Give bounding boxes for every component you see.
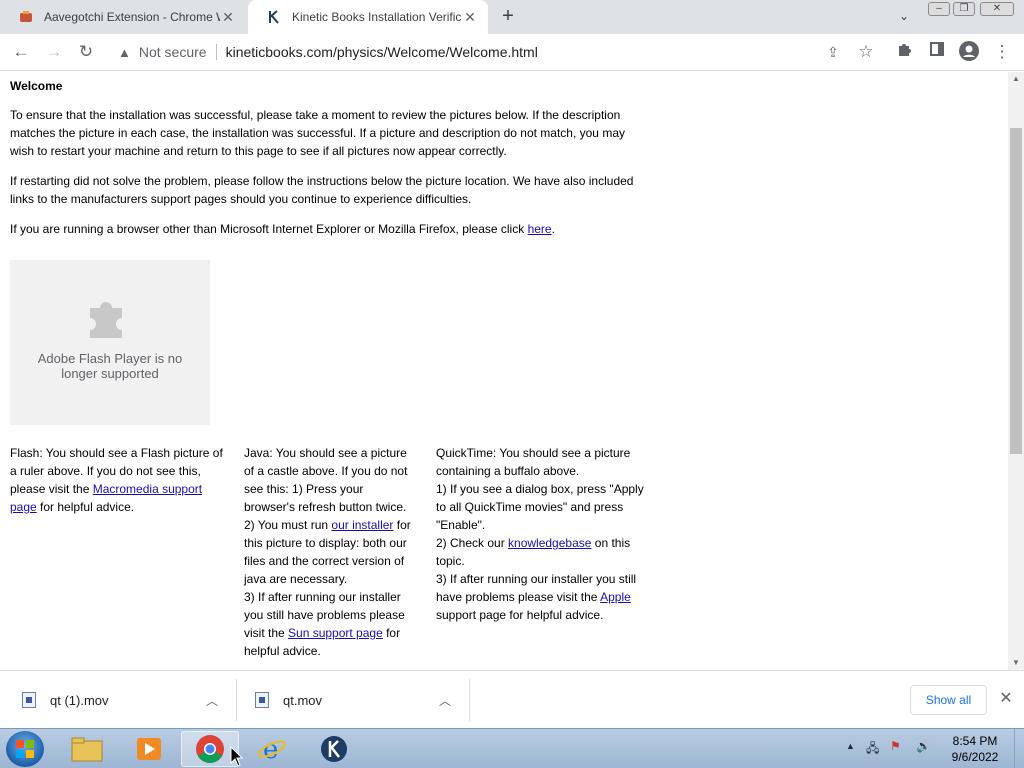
- java-instructions: Java: You should see a picture of a cast…: [244, 444, 416, 660]
- close-shelf-icon[interactable]: ✕: [996, 689, 1016, 709]
- folder-icon: [71, 737, 103, 762]
- url-text[interactable]: kineticbooks.com/physics/Welcome/Welcome…: [226, 44, 538, 60]
- close-window-button[interactable]: ✕: [980, 2, 1014, 16]
- download-filename: qt (1).mov: [50, 692, 109, 708]
- page-scrollbar[interactable]: ▲ ▼: [1008, 72, 1024, 670]
- quicktime-intro: QuickTime: You should see a picture cont…: [436, 446, 631, 478]
- back-arrow-icon[interactable]: ←: [10, 41, 32, 63]
- download-item[interactable]: qt.mov ︿: [255, 683, 465, 717]
- media-player-taskbar-button[interactable]: [120, 731, 178, 767]
- restart-paragraph: If restarting did not solve the problem,…: [10, 174, 634, 206]
- movie-file-icon: [255, 692, 269, 708]
- quicktime-step-3: 3) If after running our installer you st…: [436, 570, 648, 624]
- taskbar-clock[interactable]: 8:54 PM 9/6/2022: [940, 733, 1010, 765]
- internet-explorer-icon: e: [258, 735, 286, 764]
- network-icon[interactable]: 🖧: [866, 739, 879, 760]
- browser-toolbar: ← → ↻ ▲ Not secure kineticbooks.com/phys…: [0, 34, 1024, 71]
- download-divider: [236, 679, 237, 721]
- scroll-down-arrow-icon[interactable]: ▼: [1012, 658, 1020, 667]
- start-button[interactable]: [6, 731, 44, 767]
- address-divider: [215, 44, 217, 60]
- page-heading: Welcome: [10, 79, 63, 93]
- action-center-flag-icon[interactable]: ⚑: [890, 739, 901, 753]
- intro-paragraph: To ensure that the installation was succ…: [10, 108, 625, 158]
- extensions-puzzle-icon[interactable]: [894, 41, 916, 63]
- chevron-up-icon[interactable]: ︿: [439, 692, 451, 709]
- tab-aavegotchi[interactable]: Aavegotchi Extension - Chrome W ✕: [0, 0, 246, 34]
- tab-kinetic-books[interactable]: Kinetic Books Installation Verificat ✕: [248, 0, 488, 34]
- side-panel-icon[interactable]: [926, 41, 948, 63]
- flash-instructions: Flash: You should see a Flash picture of…: [10, 444, 228, 516]
- clock-date: 9/6/2022: [951, 750, 999, 764]
- close-tab-icon[interactable]: ✕: [462, 9, 478, 25]
- windows-logo-icon: [16, 740, 34, 758]
- clock-time: 8:54 PM: [952, 734, 998, 748]
- java-step-1: Java: You should see a picture of a cast…: [244, 446, 408, 514]
- java-step-2: 2) You must run our installer for this p…: [244, 516, 416, 588]
- minimize-window-button[interactable]: –: [928, 2, 950, 16]
- warning-triangle-icon[interactable]: ▲: [118, 45, 131, 60]
- our-installer-link[interactable]: our installer: [331, 518, 393, 532]
- download-item[interactable]: qt (1).mov ︿: [22, 683, 232, 717]
- here-link[interactable]: here: [528, 222, 552, 236]
- windows-taskbar: e ▲ 🖧 ⚑ 🔊 8:54 PM 9/6/2022: [0, 728, 1024, 768]
- java-step-3: 3) If after running our installer you st…: [244, 588, 416, 660]
- show-all-button[interactable]: Show all: [910, 685, 987, 715]
- bookmark-star-icon[interactable]: ☆: [855, 41, 877, 63]
- sun-support-link[interactable]: Sun support page: [288, 626, 383, 640]
- quicktime-step-2-text: 2) Check our: [436, 536, 509, 550]
- mouse-cursor-icon: [230, 746, 244, 767]
- volume-icon[interactable]: 🔊: [916, 739, 931, 753]
- chrome-icon: [196, 735, 224, 763]
- restore-window-button[interactable]: ❐: [953, 2, 975, 16]
- plugin-puzzle-icon: [90, 302, 122, 338]
- extension-favicon-icon: [18, 9, 34, 25]
- tab-search-chevron-icon[interactable]: ⌄: [894, 9, 914, 25]
- knowledgebase-link[interactable]: knowledgebase: [508, 536, 591, 550]
- download-filename: qt.mov: [283, 692, 323, 708]
- file-explorer-taskbar-button[interactable]: [58, 731, 116, 767]
- show-hidden-icons-arrow-icon[interactable]: ▲: [846, 741, 855, 751]
- reload-icon[interactable]: ↻: [75, 41, 97, 63]
- tab-title: Aavegotchi Extension - Chrome W: [44, 10, 220, 24]
- quicktime-step-3-text-end: support page for helpful advice.: [436, 608, 604, 622]
- apple-support-link[interactable]: Apple: [600, 590, 631, 604]
- page-content: Welcome To ensure that the installation …: [0, 72, 1008, 670]
- scroll-up-arrow-icon[interactable]: ▲: [1012, 74, 1020, 83]
- java-step-2-text: 2) You must run: [244, 518, 332, 532]
- kinetic-books-favicon-icon: [266, 9, 282, 25]
- close-tab-icon[interactable]: ✕: [220, 9, 236, 25]
- flash-plugin-placeholder: Adobe Flash Player is no longer supporte…: [10, 260, 210, 425]
- kinetic-books-icon: [321, 736, 347, 762]
- quicktime-step-1: 1) If you see a dialog box, press "Apply…: [436, 482, 644, 532]
- period-text: .: [551, 222, 555, 236]
- new-tab-button[interactable]: +: [496, 5, 520, 29]
- menu-kebab-icon[interactable]: ⋮: [991, 41, 1013, 63]
- show-desktop-button[interactable]: [1014, 729, 1024, 768]
- address-bar[interactable]: ▲ Not secure kineticbooks.com/physics/We…: [108, 38, 886, 66]
- quicktime-instructions: QuickTime: You should see a picture cont…: [436, 444, 648, 624]
- flash-unsupported-message: Adobe Flash Player is no longer supporte…: [37, 351, 183, 381]
- scrollbar-thumb[interactable]: [1010, 128, 1022, 454]
- kinetic-books-taskbar-button[interactable]: [305, 731, 363, 767]
- profile-avatar-icon[interactable]: [958, 41, 980, 63]
- security-status[interactable]: Not secure: [139, 44, 207, 60]
- quicktime-step-2: 2) Check our knowledgebase on this topic…: [436, 534, 648, 570]
- forward-arrow-icon[interactable]: →: [43, 41, 65, 63]
- download-shelf: qt (1).mov ︿ qt.mov ︿ Show all ✕: [0, 670, 1024, 728]
- svg-text:e: e: [263, 735, 278, 764]
- flash-text-end: for helpful advice.: [36, 500, 135, 514]
- share-icon[interactable]: ⇪: [822, 41, 844, 63]
- internet-explorer-taskbar-button[interactable]: e: [243, 731, 301, 767]
- chevron-up-icon[interactable]: ︿: [206, 692, 218, 709]
- movie-file-icon: [22, 692, 36, 708]
- tab-title: Kinetic Books Installation Verificat: [292, 10, 462, 24]
- browser-paragraph: If you are running a browser other than …: [10, 220, 640, 238]
- media-player-icon: [137, 738, 161, 760]
- browser-text: If you are running a browser other than …: [10, 222, 528, 236]
- download-divider: [469, 679, 470, 721]
- tab-strip: Aavegotchi Extension - Chrome W ✕ Kineti…: [0, 0, 1024, 34]
